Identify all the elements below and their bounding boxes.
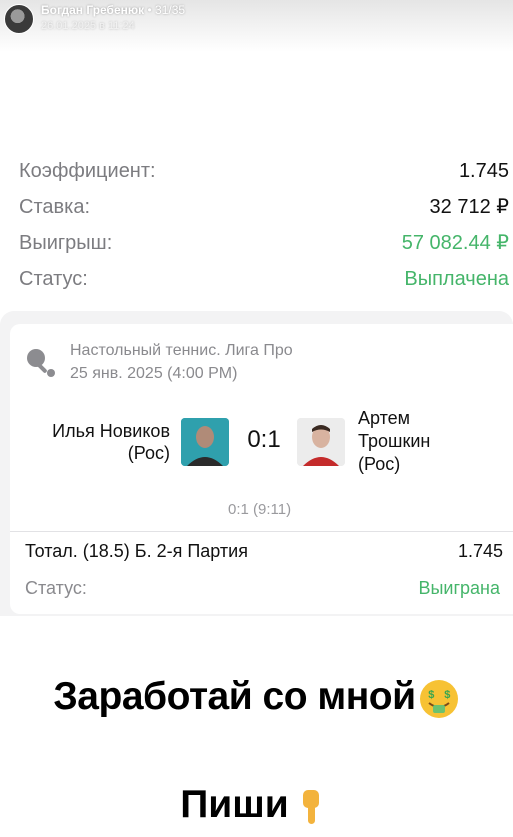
player1-name: Илья Новиков (Рос) [0, 420, 170, 464]
odds-label: Коэффициент: [19, 160, 156, 182]
story-author-line[interactable]: Богдан Гребенюк • 31/35 [41, 3, 185, 17]
payout-status-row: Статус: Выплачена [19, 266, 509, 292]
player2-photo [297, 418, 345, 466]
promo-caption-1: Заработай со мной $ $ [0, 675, 513, 720]
ping-pong-icon [27, 349, 55, 377]
player2-name-line2: Трошкин [358, 431, 431, 451]
player1-photo [181, 418, 229, 466]
author-name[interactable]: Богдан Гребенюк [41, 3, 144, 17]
stake-value: 32 712 ₽ [429, 196, 509, 218]
promo-caption-2: Пиши [0, 783, 513, 828]
stake-row: Ставка: 32 712 ₽ [19, 194, 509, 220]
pointing-down-icon [302, 789, 319, 824]
story-header: Богдан Гребенюк • 31/35 26.01.2025 в 11:… [0, 0, 513, 52]
promo-caption-1-text: Заработай со мной [53, 675, 416, 718]
player1-country: (Рос) [127, 443, 170, 463]
payout-status-value: Выплачена [404, 268, 509, 290]
post-date: 26.01.2025 в 11:24 [41, 20, 135, 32]
separator: • [144, 3, 156, 17]
bet-market: Тотал. (18.5) Б. 2-я Партия [25, 541, 248, 561]
svg-text:$: $ [428, 689, 434, 701]
bet-status-value: Выиграна [418, 578, 500, 598]
player2-name: Артем Трошкин (Рос) [358, 407, 508, 476]
match-date: 25 янв. 2025 (4:00 PM) [70, 365, 238, 382]
story-counter: 31/35 [155, 3, 186, 17]
svg-text:$: $ [444, 689, 450, 701]
match-score: 0:1 [247, 426, 281, 453]
promo-caption-2-text: Пиши [180, 783, 289, 826]
bet-market-odds: 1.745 [457, 541, 503, 561]
odds-value: 1.745 [458, 160, 509, 182]
player2-name-line1: Артем [358, 408, 411, 428]
stake-label: Ставка: [19, 196, 90, 218]
set-score: 0:1 (9:11) [228, 501, 292, 518]
payout-status-label: Статус: [19, 268, 88, 290]
winnings-row: Выигрыш: 57 082.44 ₽ [19, 230, 509, 256]
player1-name-line: Илья Новиков [52, 421, 170, 441]
divider [10, 531, 513, 532]
bet-status-label: Статус: [25, 578, 87, 598]
player2-country: (Рос) [358, 454, 401, 474]
winnings-value: 57 082.44 ₽ [401, 232, 509, 254]
odds-row: Коэффициент: 1.745 [19, 158, 509, 184]
avatar[interactable] [4, 4, 34, 34]
league-name: Настольный теннис. Лига Про [70, 342, 293, 359]
money-mouth-face-icon: $ $ [419, 679, 458, 718]
winnings-label: Выигрыш: [19, 232, 113, 254]
